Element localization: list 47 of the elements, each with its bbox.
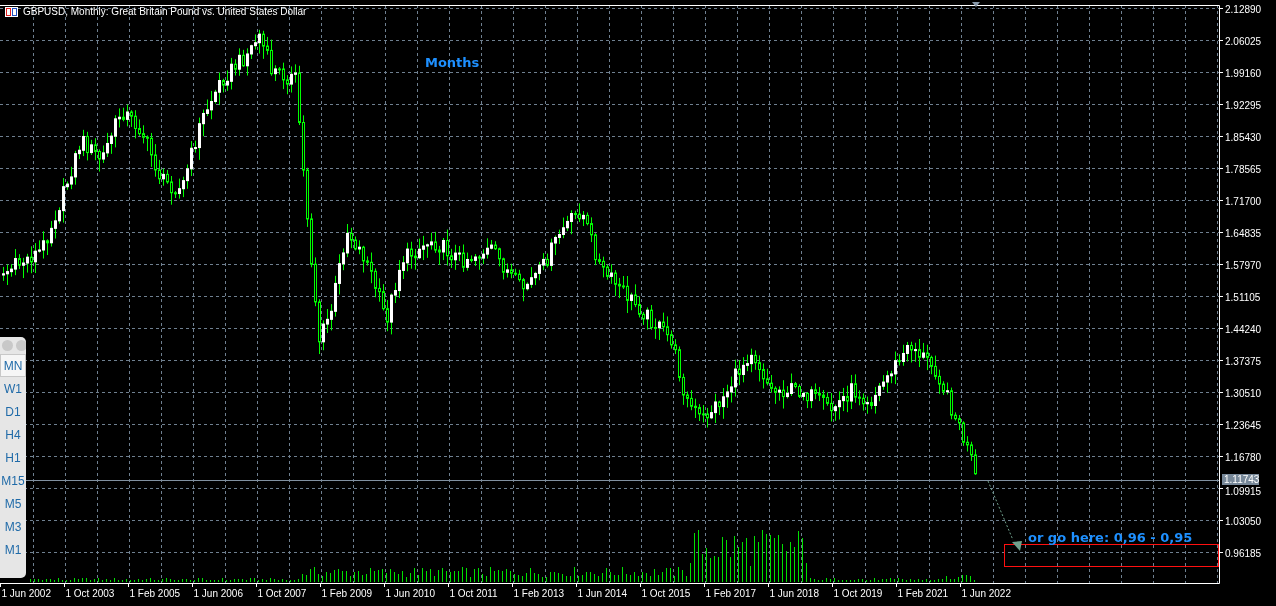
- annotation-text: or go here: 0,96 - 0,95: [1028, 530, 1193, 545]
- timeframe-button[interactable]: M15: [0, 469, 26, 492]
- date-label: 1 Jun 2002: [1, 588, 51, 599]
- price-label: 1.03050: [1225, 515, 1262, 527]
- date-label: 1 Feb 2017: [705, 588, 757, 599]
- timeframe-button[interactable]: H1: [0, 446, 26, 469]
- price-label: 1.44240: [1225, 323, 1262, 335]
- timeframe-button[interactable]: M3: [0, 515, 26, 538]
- chart-title: GBPUSD, Monthly: Great Britain Pound vs. United States Dollar: [23, 6, 307, 17]
- date-label: 1 Feb 2021: [897, 588, 949, 599]
- date-label: 1 Oct 2003: [65, 588, 115, 599]
- date-label: 1 Feb 2013: [513, 588, 565, 599]
- price-label: 1.92295: [1225, 99, 1262, 111]
- price-label: 1.09915: [1225, 485, 1262, 497]
- date-label: 1 Feb 2005: [129, 588, 181, 599]
- price-label: 1.71700: [1225, 195, 1262, 207]
- date-label: 1 Jun 2006: [193, 588, 243, 599]
- date-label: 1 Jun 2014: [577, 588, 627, 599]
- price-label: 0.96185: [1225, 547, 1262, 559]
- timeframe-button[interactable]: H4: [0, 423, 26, 446]
- timeframe-button[interactable]: W1: [0, 377, 26, 400]
- price-label: 1.99160: [1225, 67, 1262, 79]
- date-label: 1 Feb 2009: [321, 588, 373, 599]
- price-label: 1.37375: [1225, 355, 1262, 367]
- price-label: 1.57970: [1225, 259, 1262, 271]
- price-label: 2.12890: [1225, 3, 1262, 15]
- timeframe-button[interactable]: MN: [0, 354, 26, 377]
- period-label: Months: [425, 55, 480, 70]
- date-label: 1 Oct 2019: [833, 588, 883, 599]
- price-tag: 1.11743: [1222, 474, 1260, 485]
- date-label: 1 Jun 2018: [769, 588, 819, 599]
- price-label: 1.16780: [1225, 451, 1262, 463]
- timeframe-button[interactable]: M1: [0, 538, 26, 561]
- price-label: 1.64835: [1225, 227, 1262, 239]
- date-label: 1 Oct 2011: [449, 588, 498, 599]
- timeframe-button[interactable]: D1: [0, 400, 26, 423]
- price-label: 1.30510: [1225, 387, 1262, 399]
- date-label: 1 Oct 2007: [257, 588, 307, 599]
- price-label: 2.06025: [1225, 35, 1262, 47]
- price-label: 1.51105: [1225, 291, 1261, 303]
- date-label: 1 Jun 2022: [961, 588, 1011, 599]
- date-label: 1 Jun 2010: [385, 588, 435, 599]
- price-label: 1.85430: [1225, 131, 1262, 143]
- date-label: 1 Oct 2015: [641, 588, 691, 599]
- price-label: 1.78565: [1225, 163, 1262, 175]
- timeframe-button[interactable]: M5: [0, 492, 26, 515]
- price-label: 1.23645: [1225, 419, 1262, 431]
